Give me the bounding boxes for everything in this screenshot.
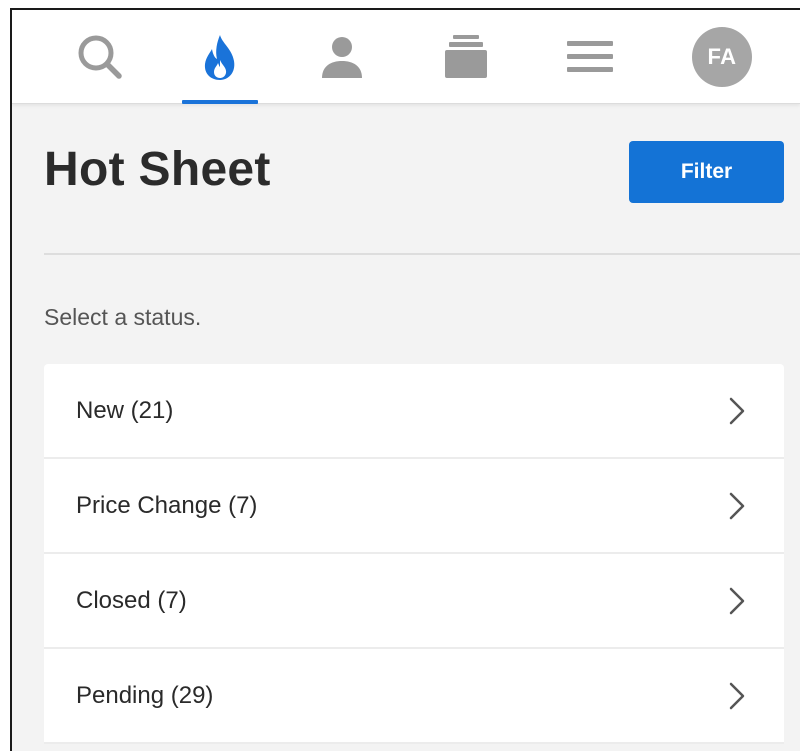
nav-contacts[interactable] bbox=[302, 10, 382, 104]
chevron-right-icon bbox=[728, 586, 746, 616]
nav-saved[interactable] bbox=[426, 10, 506, 104]
header-divider bbox=[44, 253, 800, 255]
status-row-new[interactable]: New (21) bbox=[44, 364, 784, 459]
chevron-right-icon bbox=[728, 396, 746, 426]
hamburger-menu-icon bbox=[566, 37, 614, 77]
filter-button[interactable]: Filter bbox=[629, 141, 784, 203]
app-frame: FA Hot Sheet Filter Select a status. New… bbox=[10, 8, 800, 751]
flame-icon bbox=[200, 33, 240, 81]
status-label: New (21) bbox=[76, 396, 174, 424]
status-row-pending[interactable]: Pending (29) bbox=[44, 649, 784, 744]
person-icon bbox=[319, 34, 365, 80]
status-row-price-change[interactable]: Price Change (7) bbox=[44, 459, 784, 554]
nav-search[interactable] bbox=[60, 10, 140, 104]
nav-menu[interactable] bbox=[550, 10, 630, 104]
status-label: Price Change (7) bbox=[76, 491, 258, 519]
search-icon bbox=[77, 34, 123, 80]
chevron-right-icon bbox=[728, 681, 746, 711]
status-row-closed[interactable]: Closed (7) bbox=[44, 554, 784, 649]
page-title: Hot Sheet bbox=[44, 143, 271, 196]
stack-icon bbox=[443, 33, 489, 81]
top-navigation: FA bbox=[12, 10, 800, 104]
status-label: Pending (29) bbox=[76, 681, 214, 709]
chevron-right-icon bbox=[728, 491, 746, 521]
status-hint: Select a status. bbox=[44, 304, 202, 330]
avatar: FA bbox=[692, 27, 752, 87]
nav-hot-sheet[interactable] bbox=[180, 10, 260, 104]
nav-profile[interactable]: FA bbox=[682, 10, 762, 104]
status-label: Closed (7) bbox=[76, 586, 187, 614]
status-list: New (21) Price Change (7) Closed (7) Pen… bbox=[44, 364, 784, 744]
